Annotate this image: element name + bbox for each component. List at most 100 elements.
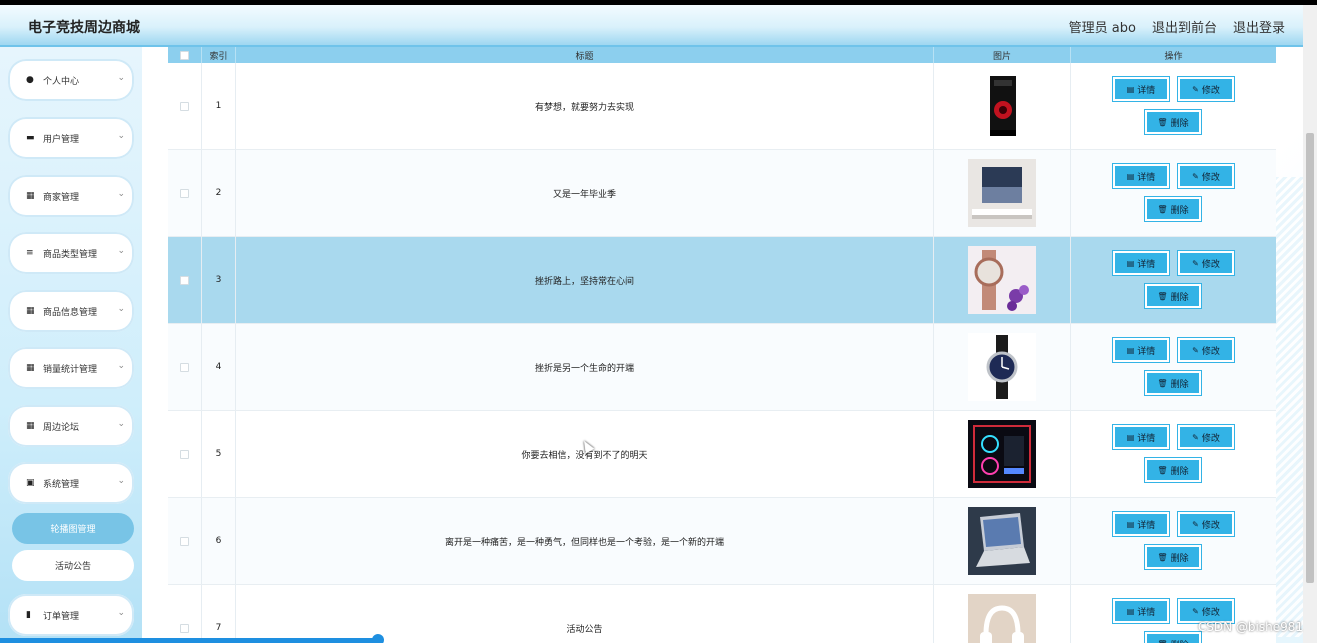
row-checkbox[interactable] [180,449,189,459]
detail-button[interactable]: ▤ 详情 [1113,164,1169,188]
row-checkbox[interactable] [180,536,189,546]
row-image-cell [934,585,1071,643]
grid-icon: ▦ [26,191,35,201]
sidebar-item-label: 销量统计管理 [43,364,98,375]
document-icon: ▤ [1126,432,1135,442]
row-actions: ▤详情 ✎修改 🗑删除 [1071,150,1276,236]
headphones-image [968,594,1036,643]
row-actions: ▤详情 ✎修改 🗑删除 [1071,411,1276,497]
decorative-stripes [1275,177,1305,637]
grid-icon: ▦ [26,363,35,373]
select-all-checkbox[interactable] [180,50,189,60]
delete-button[interactable]: 🗑删除 [1145,632,1201,643]
admin-user-label[interactable]: 管理员 abo [1069,17,1136,36]
delete-button[interactable]: 🗑删除 [1145,110,1201,134]
sidebar-item-product-info[interactable]: ▦ 商品信息管理 ⌄ [8,290,134,332]
sidebar-item-product-types[interactable]: ≡ 商品类型管理 ⌄ [8,232,134,274]
grid-icon: ▦ [26,306,35,316]
row-actions: ▤详情 ✎修改 🗑删除 [1071,63,1276,149]
progress-handle[interactable] [372,634,384,643]
delete-button[interactable]: 🗑删除 [1145,197,1201,221]
header-index: 索引 [202,47,236,63]
row-checkbox-cell [168,324,202,410]
scrollbar-thumb[interactable] [1306,133,1314,583]
thumbnail-poster[interactable] [968,159,1036,227]
detail-button[interactable]: ▤ 详情 [1113,251,1169,275]
row-title: 又是一年毕业季 [236,150,934,236]
edit-button[interactable]: ✎ 修改 [1178,77,1234,101]
sidebar-subitem-announcements[interactable]: 活动公告 [12,550,134,581]
actions-group: ▤详情 ✎修改 🗑删除 [1071,324,1276,411]
row-index: 3 [202,237,236,323]
delete-button-label: 删除 [1170,466,1189,477]
thumbnail-laptop[interactable] [968,507,1036,575]
pencil-icon: ✎ [1192,345,1199,355]
row-checkbox[interactable] [180,275,189,285]
sidebar-item-sales-stats[interactable]: ▦ 销量统计管理 ⌄ [8,347,134,389]
document-icon: ▤ [1126,519,1135,529]
delete-button[interactable]: 🗑删除 [1145,545,1201,569]
sidebar-item-merchants[interactable]: ▦ 商家管理 ⌄ [8,175,134,217]
edit-button[interactable]: ✎ 修改 [1178,164,1234,188]
app-title: 电子竞技周边商城 [28,20,140,36]
detail-button[interactable]: ▤ 详情 [1113,512,1169,536]
row-index: 1 [202,63,236,149]
row-index: 6 [202,498,236,584]
sidebar-item-profile[interactable]: ● 个人中心 ⌄ [8,59,134,101]
detail-button-label: 详情 [1137,607,1156,618]
sidebar-item-label: 周边论坛 [43,422,80,433]
chevron-down-icon: ⌄ [117,476,125,486]
chevron-down-icon: ⌄ [117,608,125,618]
sidebar-item-users[interactable]: ▬ 用户管理 ⌄ [8,117,134,159]
thumbnail-headphones[interactable] [968,594,1036,643]
edit-button[interactable]: ✎ 修改 [1178,512,1234,536]
row-actions: ▤详情 ✎修改 🗑删除 [1071,324,1276,410]
delete-button[interactable]: 🗑删除 [1145,284,1201,308]
pencil-icon: ✎ [1192,84,1199,94]
row-index: 5 [202,411,236,497]
sidebar-item-label: 个人中心 [43,76,80,87]
sidebar-item-forum[interactable]: ▦ 周边论坛 ⌄ [8,405,134,447]
delete-button[interactable]: 🗑删除 [1145,458,1201,482]
back-to-front-link[interactable]: 退出到前台 [1152,17,1217,36]
detail-button[interactable]: ▤ 详情 [1113,77,1169,101]
thumbnail-watch-flower[interactable] [968,246,1036,314]
chevron-down-icon: ⌄ [117,73,125,83]
delete-button-label: 删除 [1171,638,1189,643]
detail-button[interactable]: ▤ 详情 [1113,425,1169,449]
thumbnail-rgb-pc[interactable] [968,420,1036,488]
row-checkbox[interactable] [180,623,189,633]
thumbnail-pc-case[interactable] [968,72,1036,140]
pencil-icon: ✎ [1192,432,1199,442]
delete-button-label: 删除 [1170,118,1189,129]
edit-button-label: 修改 [1201,85,1220,96]
edit-button[interactable]: ✎ 修改 [1178,338,1234,362]
edit-button[interactable]: ✎ 修改 [1178,425,1234,449]
vertical-scrollbar[interactable] [1303,5,1317,643]
sidebar-subitem-label: 活动公告 [54,562,91,572]
sidebar-item-label: 商品信息管理 [43,307,98,318]
delete-button[interactable]: 🗑删除 [1145,371,1201,395]
detail-button-label: 详情 [1137,520,1156,531]
sidebar-item-system[interactable]: ▣ 系统管理 ⌄ [8,462,134,504]
row-image-cell [934,411,1071,497]
detail-button[interactable]: ▤ 详情 [1113,599,1169,623]
thumbnail-watch[interactable] [968,333,1036,401]
row-checkbox[interactable] [180,362,189,372]
sidebar-item-label: 订单管理 [43,611,80,622]
row-checkbox[interactable] [180,101,189,111]
sidebar-item-label: 商品类型管理 [43,249,98,260]
sidebar-item-orders[interactable]: ▮ 订单管理 ⌄ [8,594,134,636]
row-checkbox[interactable] [180,188,189,198]
chevron-down-icon: ⌄ [117,419,125,429]
detail-button-label: 详情 [1137,433,1156,444]
user-icon: ● [26,75,34,85]
sidebar-subitem-carousel[interactable]: 轮播图管理 [12,513,134,544]
delete-button-label: 删除 [1170,553,1189,564]
trash-icon: 🗑 [1157,465,1168,475]
document-icon: ▤ [1126,84,1135,94]
detail-button[interactable]: ▤ 详情 [1113,338,1169,362]
logout-link[interactable]: 退出登录 [1233,17,1285,36]
sidebar-item-label: 系统管理 [43,479,80,490]
edit-button[interactable]: ✎ 修改 [1178,251,1234,275]
